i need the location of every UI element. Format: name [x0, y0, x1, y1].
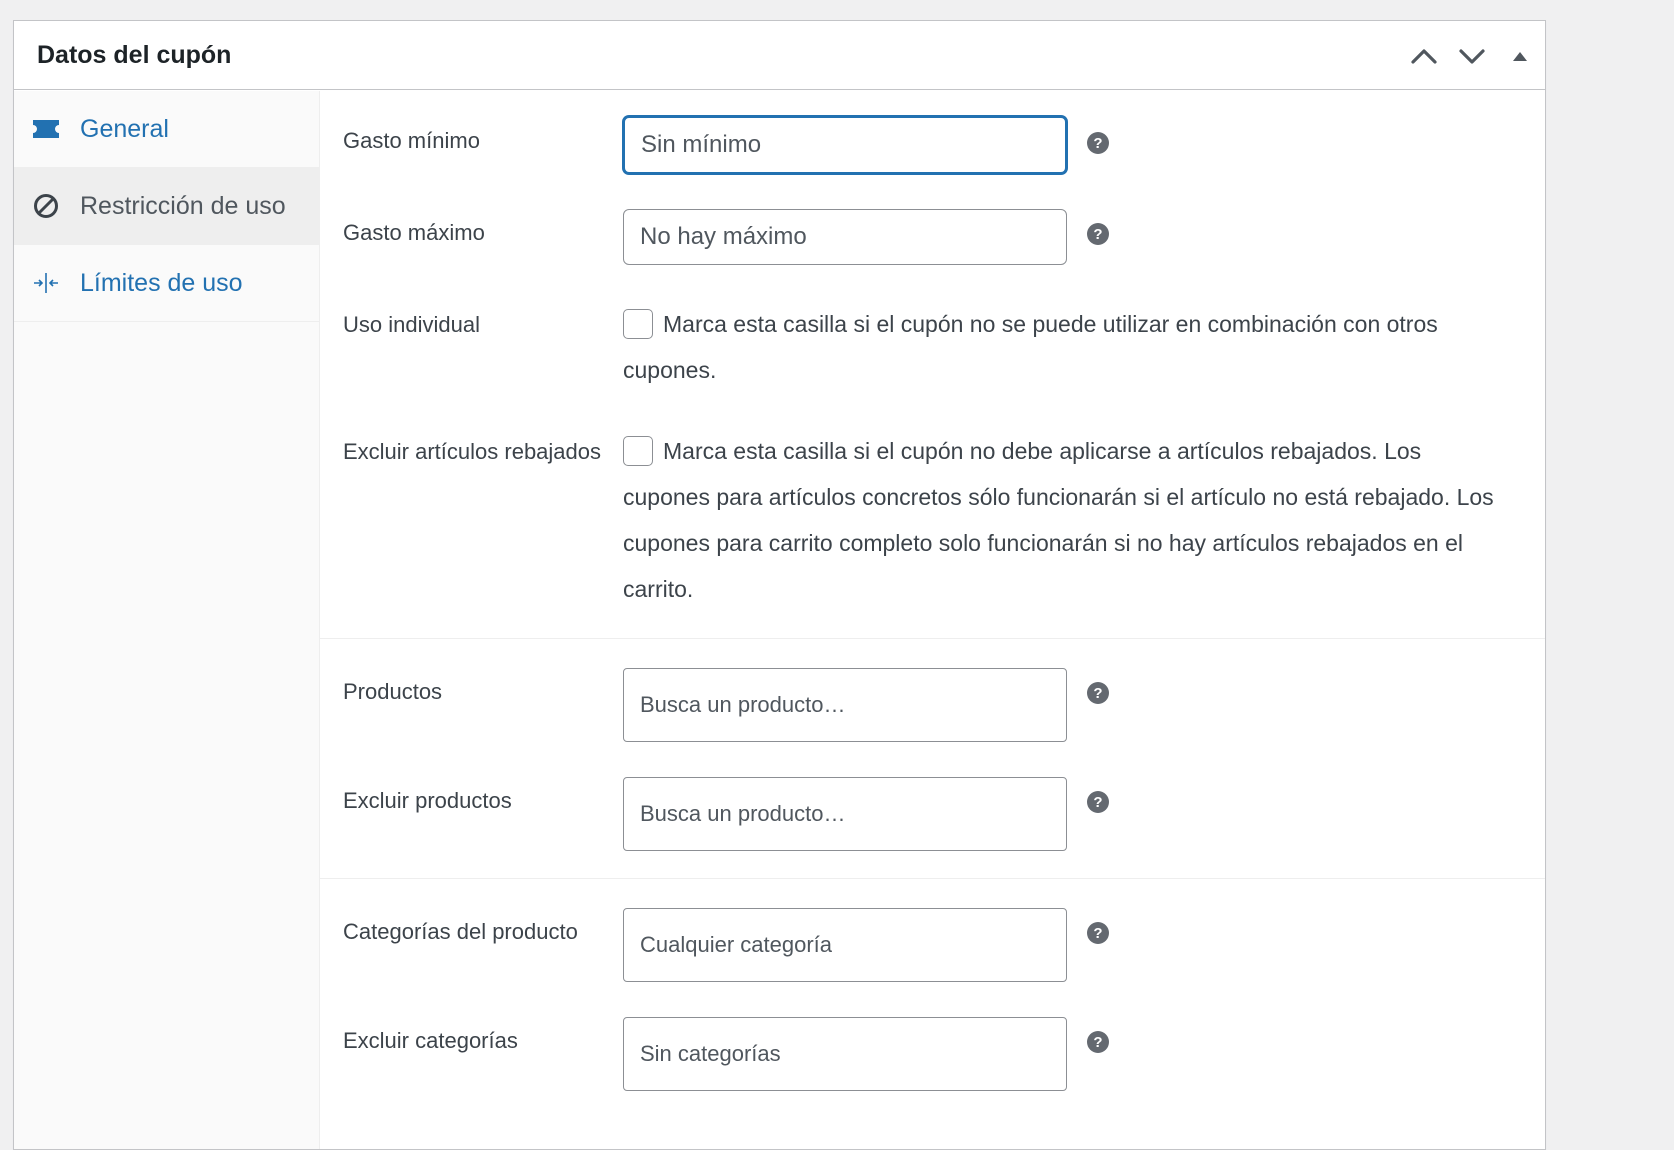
tab-general[interactable]: General [14, 91, 319, 168]
products-label: Productos [343, 679, 443, 704]
triangle-up-icon [1513, 52, 1527, 61]
svg-text:?: ? [1093, 685, 1102, 702]
exclude-sale-label: Excluir artículos rebajados [343, 439, 602, 464]
product-categories-search-input[interactable]: Cualquier categoría [623, 908, 1067, 982]
product-categories-help-icon[interactable]: ? [1086, 921, 1110, 945]
exclude-sale-description: Marca esta casilla si el cupón no debe a… [623, 438, 1494, 602]
exclude-sale-checkbox[interactable] [623, 436, 653, 466]
ticket-icon [31, 114, 61, 144]
exclude-products-help-icon[interactable]: ? [1086, 790, 1110, 814]
panel-title: Datos del cupón [37, 41, 232, 69]
move-up-button[interactable] [1407, 39, 1441, 73]
arrows-in-icon [31, 268, 61, 298]
tab-usage-limits-label: Límites de uso [80, 268, 243, 297]
min-spend-input[interactable] [623, 116, 1067, 174]
spend-options-group: Gasto mínimo ? Gasto máximo ? Uso indivi… [320, 91, 1545, 639]
categories-group: Categorías del producto Cualquier catego… [320, 879, 1545, 1139]
min-spend-help-icon[interactable]: ? [1086, 131, 1110, 155]
svg-text:?: ? [1093, 135, 1102, 152]
individual-use-checkbox[interactable] [623, 309, 653, 339]
products-search-input[interactable]: Busca un producto… [623, 668, 1067, 742]
panel-body: General Restricción de uso Límites de us… [14, 91, 1545, 1149]
tab-usage-limits[interactable]: Límites de uso [14, 245, 319, 322]
individual-use-label: Uso individual [343, 312, 480, 337]
exclude-sale-option: Marca esta casilla si el cupón no debe a… [623, 428, 1503, 612]
tab-usage-restriction[interactable]: Restricción de uso [14, 168, 319, 245]
exclude-categories-search-input[interactable]: Sin categorías [623, 1017, 1067, 1091]
svg-text:?: ? [1093, 1034, 1102, 1051]
exclude-products-label: Excluir productos [343, 788, 512, 813]
max-spend-input[interactable] [623, 209, 1067, 265]
panel-header: Datos del cupón [14, 21, 1545, 90]
min-spend-label: Gasto mínimo [343, 128, 480, 153]
chevron-down-icon [1459, 49, 1485, 64]
max-spend-label: Gasto máximo [343, 220, 485, 245]
individual-use-option: Marca esta casilla si el cupón no se pue… [623, 301, 1503, 393]
move-down-button[interactable] [1455, 39, 1489, 73]
exclude-categories-label: Excluir categorías [343, 1028, 518, 1053]
svg-text:?: ? [1093, 925, 1102, 942]
exclude-categories-help-icon[interactable]: ? [1086, 1030, 1110, 1054]
products-help-icon[interactable]: ? [1086, 681, 1110, 705]
products-group: Productos Busca un producto… ? Excluir p… [320, 639, 1545, 879]
no-entry-icon [31, 191, 61, 221]
svg-text:?: ? [1093, 794, 1102, 811]
max-spend-help-icon[interactable]: ? [1086, 222, 1110, 246]
tab-usage-restriction-label: Restricción de uso [80, 191, 286, 220]
tab-general-label: General [80, 114, 169, 143]
coupon-tabs: General Restricción de uso Límites de us… [14, 91, 320, 1149]
toggle-panel-button[interactable] [1503, 39, 1537, 73]
exclude-products-search-input[interactable]: Busca un producto… [623, 777, 1067, 851]
individual-use-description: Marca esta casilla si el cupón no se pue… [623, 311, 1438, 383]
usage-restriction-panel: Gasto mínimo ? Gasto máximo ? Uso indivi… [320, 91, 1545, 1149]
svg-text:?: ? [1093, 226, 1102, 243]
coupon-data-panel: Datos del cupón General Restricción de u… [13, 20, 1546, 1150]
chevron-up-icon [1411, 49, 1437, 64]
product-categories-label: Categorías del producto [343, 919, 578, 944]
